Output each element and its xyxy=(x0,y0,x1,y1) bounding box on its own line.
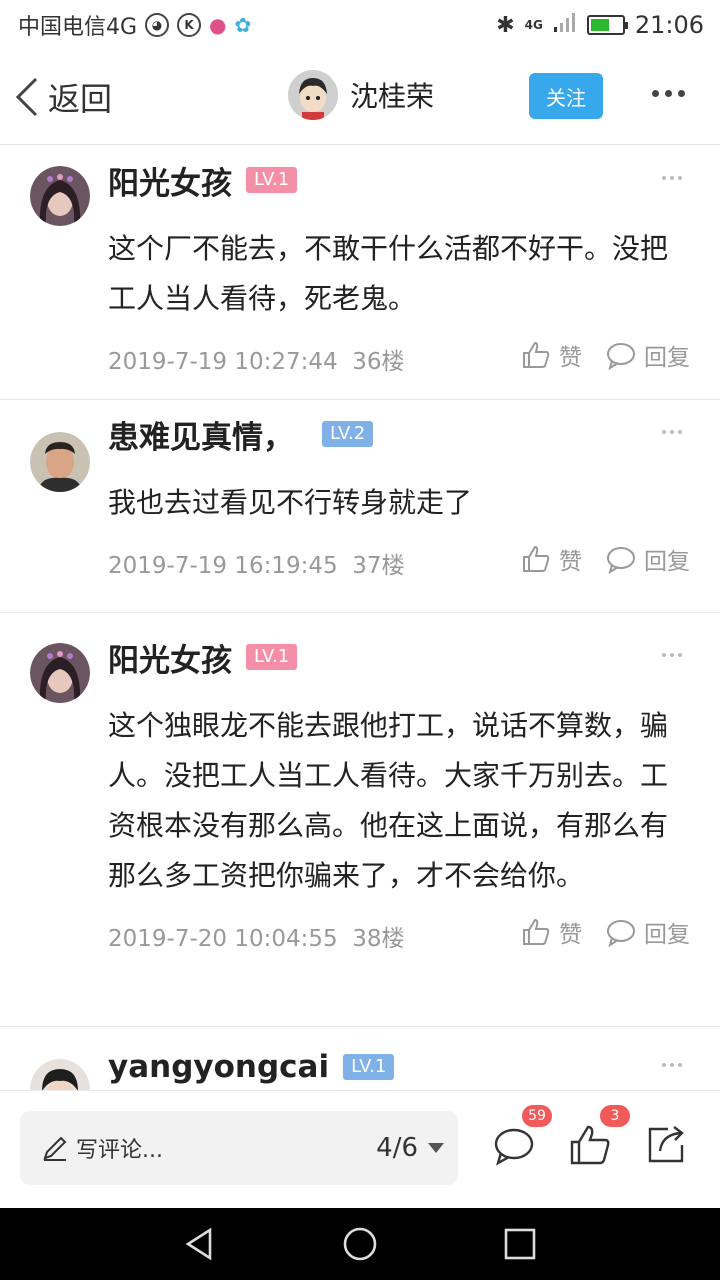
speech-bubble-icon xyxy=(607,920,635,947)
comment-text: 我也去过看见不行转身就走了 xyxy=(108,486,473,519)
commenter-name[interactable]: 患难见真情， xyxy=(108,412,294,457)
signal-icon xyxy=(553,11,577,39)
bottom-bar: 写评论... 4/6 59 3 xyxy=(0,1090,720,1208)
pencil-icon xyxy=(43,1136,67,1161)
write-comment-input[interactable]: 写评论... 4/6 xyxy=(20,1111,458,1185)
reply-label: 回复 xyxy=(644,922,690,948)
comments-button[interactable]: 59 xyxy=(492,1105,552,1167)
penguin-icon: ◕ xyxy=(145,13,170,37)
comment-more-icon[interactable] xyxy=(662,653,682,657)
speech-bubble-icon xyxy=(607,343,635,370)
level-badge: LV.2 xyxy=(322,421,374,447)
carrier-label: 中国电信4G xyxy=(18,15,138,40)
back-label: 返回 xyxy=(48,80,113,118)
share-icon xyxy=(648,1126,684,1163)
like-label: 赞 xyxy=(559,345,582,371)
like-post-button[interactable]: 3 xyxy=(568,1105,630,1167)
commenter-avatar[interactable] xyxy=(30,643,90,703)
back-button[interactable]: 返回 xyxy=(14,74,112,120)
comment-meta: 2019-7-19 16:19:45 37楼 xyxy=(108,546,405,580)
more-options-icon[interactable] xyxy=(652,90,685,97)
clock: 21:06 xyxy=(634,11,704,39)
comment-time: 2019-7-19 10:27:44 xyxy=(108,349,338,375)
comment-more-icon[interactable] xyxy=(662,430,682,434)
reply-button[interactable]: 回复 xyxy=(606,542,690,576)
like-button[interactable]: 赞 xyxy=(521,915,582,949)
comment-item: 阳光女孩 LV.1 这个厂不能去，不敢干什么活都不好干。没把工人当人看待，死老鬼… xyxy=(0,146,720,400)
follow-button[interactable]: 关注 xyxy=(529,73,603,119)
comment-item: yangyongcai LV.1 xyxy=(0,1027,720,1090)
network-type: 4G xyxy=(524,18,543,32)
author-avatar[interactable] xyxy=(288,70,338,120)
flower-icon: ✿ xyxy=(234,13,252,37)
share-button[interactable] xyxy=(644,1123,688,1167)
comment-more-icon[interactable] xyxy=(662,1063,682,1067)
like-count-badge: 3 xyxy=(600,1105,630,1127)
speech-bubble-icon xyxy=(607,547,635,574)
comment-meta: 2019-7-20 10:04:55 38楼 xyxy=(108,919,405,953)
author-info[interactable]: 沈桂荣 xyxy=(288,70,434,120)
reply-button[interactable]: 回复 xyxy=(606,915,690,949)
comment-floor: 36楼 xyxy=(352,349,405,375)
like-label: 赞 xyxy=(559,922,582,948)
cat-icon: ● xyxy=(209,13,227,37)
comment-count-badge: 59 xyxy=(522,1105,552,1127)
level-badge: LV.1 xyxy=(343,1054,395,1080)
reply-label: 回复 xyxy=(644,549,690,575)
comment-meta: 2019-7-19 10:27:44 36楼 xyxy=(108,342,405,376)
comment-floor: 37楼 xyxy=(352,553,405,579)
comment-list: 阳光女孩 LV.1 这个厂不能去，不敢干什么活都不好干。没把工人当人看待，死老鬼… xyxy=(0,146,720,1090)
system-nav-bar xyxy=(0,1208,720,1280)
back-triangle-icon[interactable] xyxy=(182,1226,218,1262)
like-button[interactable]: 赞 xyxy=(521,338,582,372)
reply-button[interactable]: 回复 xyxy=(606,338,690,372)
status-bar: 中国电信4G ◕ K ● ✿ ✱ 4G 21:06 xyxy=(0,0,720,50)
like-button[interactable]: 赞 xyxy=(521,542,582,576)
thumbs-up-icon xyxy=(523,341,550,368)
commenter-name[interactable]: 阳光女孩 xyxy=(108,635,232,680)
recents-square-icon[interactable] xyxy=(502,1226,538,1262)
level-badge: LV.1 xyxy=(246,644,298,670)
chevron-left-icon xyxy=(15,77,38,117)
bluetooth-icon: ✱ xyxy=(496,12,515,38)
reply-label: 回复 xyxy=(644,345,690,371)
commenter-name[interactable]: yangyongcai xyxy=(108,1049,329,1085)
battery-icon xyxy=(586,15,628,35)
like-label: 赞 xyxy=(559,549,582,575)
caret-down-icon[interactable] xyxy=(428,1143,444,1153)
nav-bar: 返回 沈桂荣 关注 xyxy=(0,50,720,145)
comment-item: 患难见真情， LV.2 我也去过看见不行转身就走了 2019-7-19 16:1… xyxy=(0,400,720,613)
comment-more-icon[interactable] xyxy=(662,176,682,180)
commenter-avatar[interactable] xyxy=(30,166,90,226)
thumbs-up-icon xyxy=(523,545,550,572)
k-icon: K xyxy=(177,13,202,37)
commenter-avatar[interactable] xyxy=(30,432,90,492)
comment-icon xyxy=(494,1128,534,1166)
thumbs-up-icon xyxy=(523,918,550,945)
author-name[interactable]: 沈桂荣 xyxy=(350,75,434,115)
thumbs-up-icon xyxy=(570,1125,610,1165)
comment-item: 阳光女孩 LV.1 这个独眼龙不能去跟他打工，说话不算数，骗人。没把工人当工人看… xyxy=(0,613,720,1027)
home-circle-icon[interactable] xyxy=(342,1226,378,1262)
comment-time: 2019-7-20 10:04:55 xyxy=(108,926,338,952)
commenter-name[interactable]: 阳光女孩 xyxy=(108,158,232,203)
comment-time: 2019-7-19 16:19:45 xyxy=(108,553,338,579)
level-badge: LV.1 xyxy=(246,167,298,193)
comment-text: 这个厂不能去，不敢干什么活都不好干。没把工人当人看待，死老鬼。 xyxy=(108,232,669,315)
commenter-avatar[interactable] xyxy=(30,1059,90,1090)
comment-floor: 38楼 xyxy=(352,926,405,952)
comment-text: 这个独眼龙不能去跟他打工，说话不算数，骗人。没把工人当工人看待。大家千万别去。工… xyxy=(108,709,669,892)
write-comment-label: 写评论... xyxy=(76,1138,163,1163)
page-selector[interactable]: 4/6 xyxy=(376,1133,418,1163)
